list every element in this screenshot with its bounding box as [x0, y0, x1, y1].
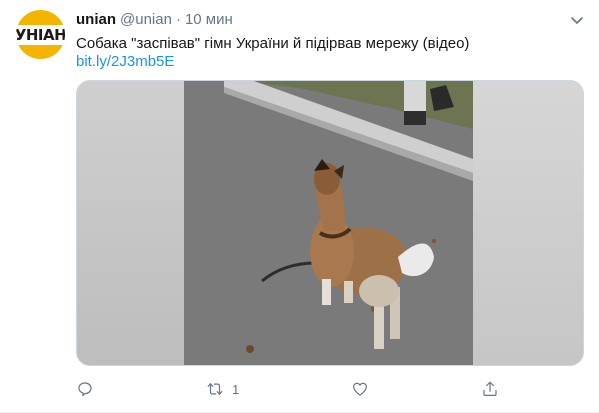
like-button[interactable] — [351, 380, 369, 398]
tweet-time[interactable]: 10 мин — [185, 11, 233, 28]
chevron-down-icon[interactable] — [569, 12, 585, 28]
dog-video-thumbnail — [184, 81, 473, 365]
user-handle[interactable]: @unian — [120, 11, 172, 28]
retweet-icon — [207, 383, 223, 395]
tweet-actions: 1 — [76, 380, 506, 402]
like-icon — [353, 382, 367, 396]
media-blur-right — [471, 81, 583, 365]
media-video[interactable] — [76, 80, 584, 366]
media-blur-left — [77, 81, 184, 365]
tweet-header: unian @unian · 10 мин — [76, 11, 233, 31]
reply-icon — [78, 382, 92, 396]
avatar-logo-text: УНІАН — [16, 24, 65, 45]
share-button[interactable] — [481, 380, 499, 398]
avatar[interactable]: УНІАН — [16, 10, 65, 59]
tweet-link[interactable]: bit.ly/2J3mb5E — [76, 52, 174, 72]
reply-button[interactable] — [76, 380, 94, 398]
retweet-count: 1 — [232, 381, 240, 397]
retweet-button[interactable]: 1 — [206, 380, 239, 398]
tweet[interactable]: УНІАН unian @unian · 10 мин Собака "засп… — [0, 0, 599, 413]
separator-dot: · — [175, 11, 181, 28]
video-frame[interactable] — [184, 81, 473, 365]
display-name[interactable]: unian — [76, 11, 116, 28]
tweet-text: Собака "заспівав" гімн України й підірва… — [76, 35, 470, 52]
share-icon — [483, 381, 497, 396]
